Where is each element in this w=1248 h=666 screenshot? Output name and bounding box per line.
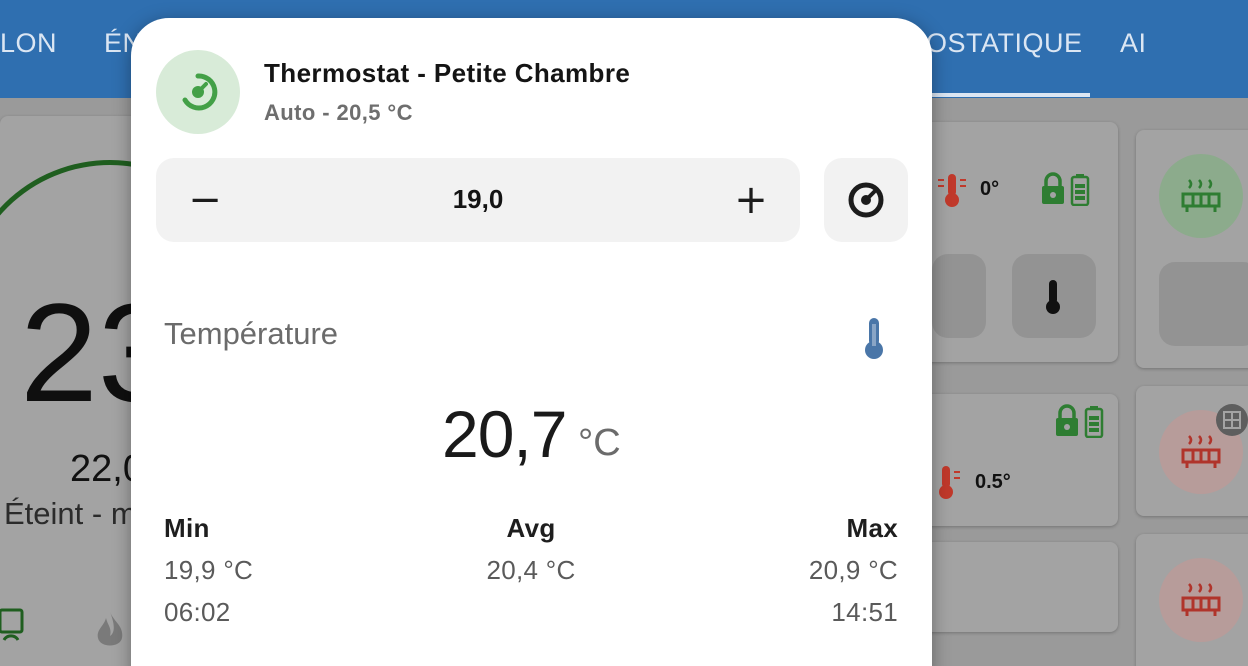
lock-icon [1040, 172, 1066, 211]
fire-icon [94, 610, 126, 655]
thermostat-mode-icon [848, 182, 884, 218]
battery-icon [1084, 406, 1104, 443]
window-icon [1216, 404, 1248, 436]
thermometer-hot-icon [938, 172, 968, 213]
battery-icon [1070, 174, 1090, 211]
stat-avg-value: 20,4 °C [486, 555, 576, 585]
thermostat-entity-icon [156, 50, 240, 134]
card-2-value: 0.5° [975, 471, 1011, 493]
thermostat-auto-icon [182, 73, 218, 111]
radiator-tile-1-button[interactable] [1159, 262, 1248, 346]
target-temp-stepper: − 19,0 + [156, 158, 800, 242]
radiator-icon [1181, 179, 1221, 212]
card-1-value: 0° [980, 178, 1000, 200]
stat-min-value: 19,9 °C [164, 555, 254, 585]
increase-temp-button[interactable]: + [727, 176, 775, 224]
thermometer-hot-icon [932, 464, 962, 505]
card-1-button-a[interactable] [932, 254, 986, 338]
target-temp-value: 19,0 [452, 184, 504, 214]
radiator-toggle-1[interactable] [1159, 154, 1243, 238]
dialog-state: Auto - 20,5 °C [264, 100, 413, 125]
stat-max-label: Max [846, 513, 898, 543]
radiator-card-3[interactable] [918, 542, 1118, 632]
tab-salon[interactable]: LON [0, 28, 57, 59]
stat-max-value: 20,9 °C [808, 555, 898, 585]
calendar-sync-icon [0, 606, 26, 655]
stat-max-time: 14:51 [831, 597, 898, 627]
thermometer-small-icon [1043, 278, 1063, 321]
background-state: Éteint - m [4, 496, 137, 531]
sensor-card-title: Température [164, 316, 339, 351]
tab-ai[interactable]: AI [1120, 28, 1147, 59]
stat-avg-label: Avg [506, 513, 556, 543]
radiator-icon [1181, 435, 1221, 468]
more-info-dialog: Thermostat - Petite Chambre Auto - 20,5 … [131, 18, 932, 666]
stat-min-time: 06:02 [164, 597, 231, 627]
lock-icon [1054, 404, 1080, 443]
hvac-mode-button[interactable] [824, 158, 908, 242]
stat-min-label: Min [164, 513, 210, 543]
dialog-title: Thermostat - Petite Chambre [264, 58, 631, 88]
radiator-toggle-3[interactable] [1159, 558, 1243, 642]
sensor-unit: °C [578, 422, 621, 464]
active-tab-indicator [914, 93, 1090, 97]
tab-thermostatique[interactable]: OSTATIQUE [926, 28, 1083, 59]
thermometer-icon [861, 316, 887, 365]
radiator-icon [1181, 583, 1221, 616]
sensor-current-value: 20,7 [442, 397, 567, 471]
